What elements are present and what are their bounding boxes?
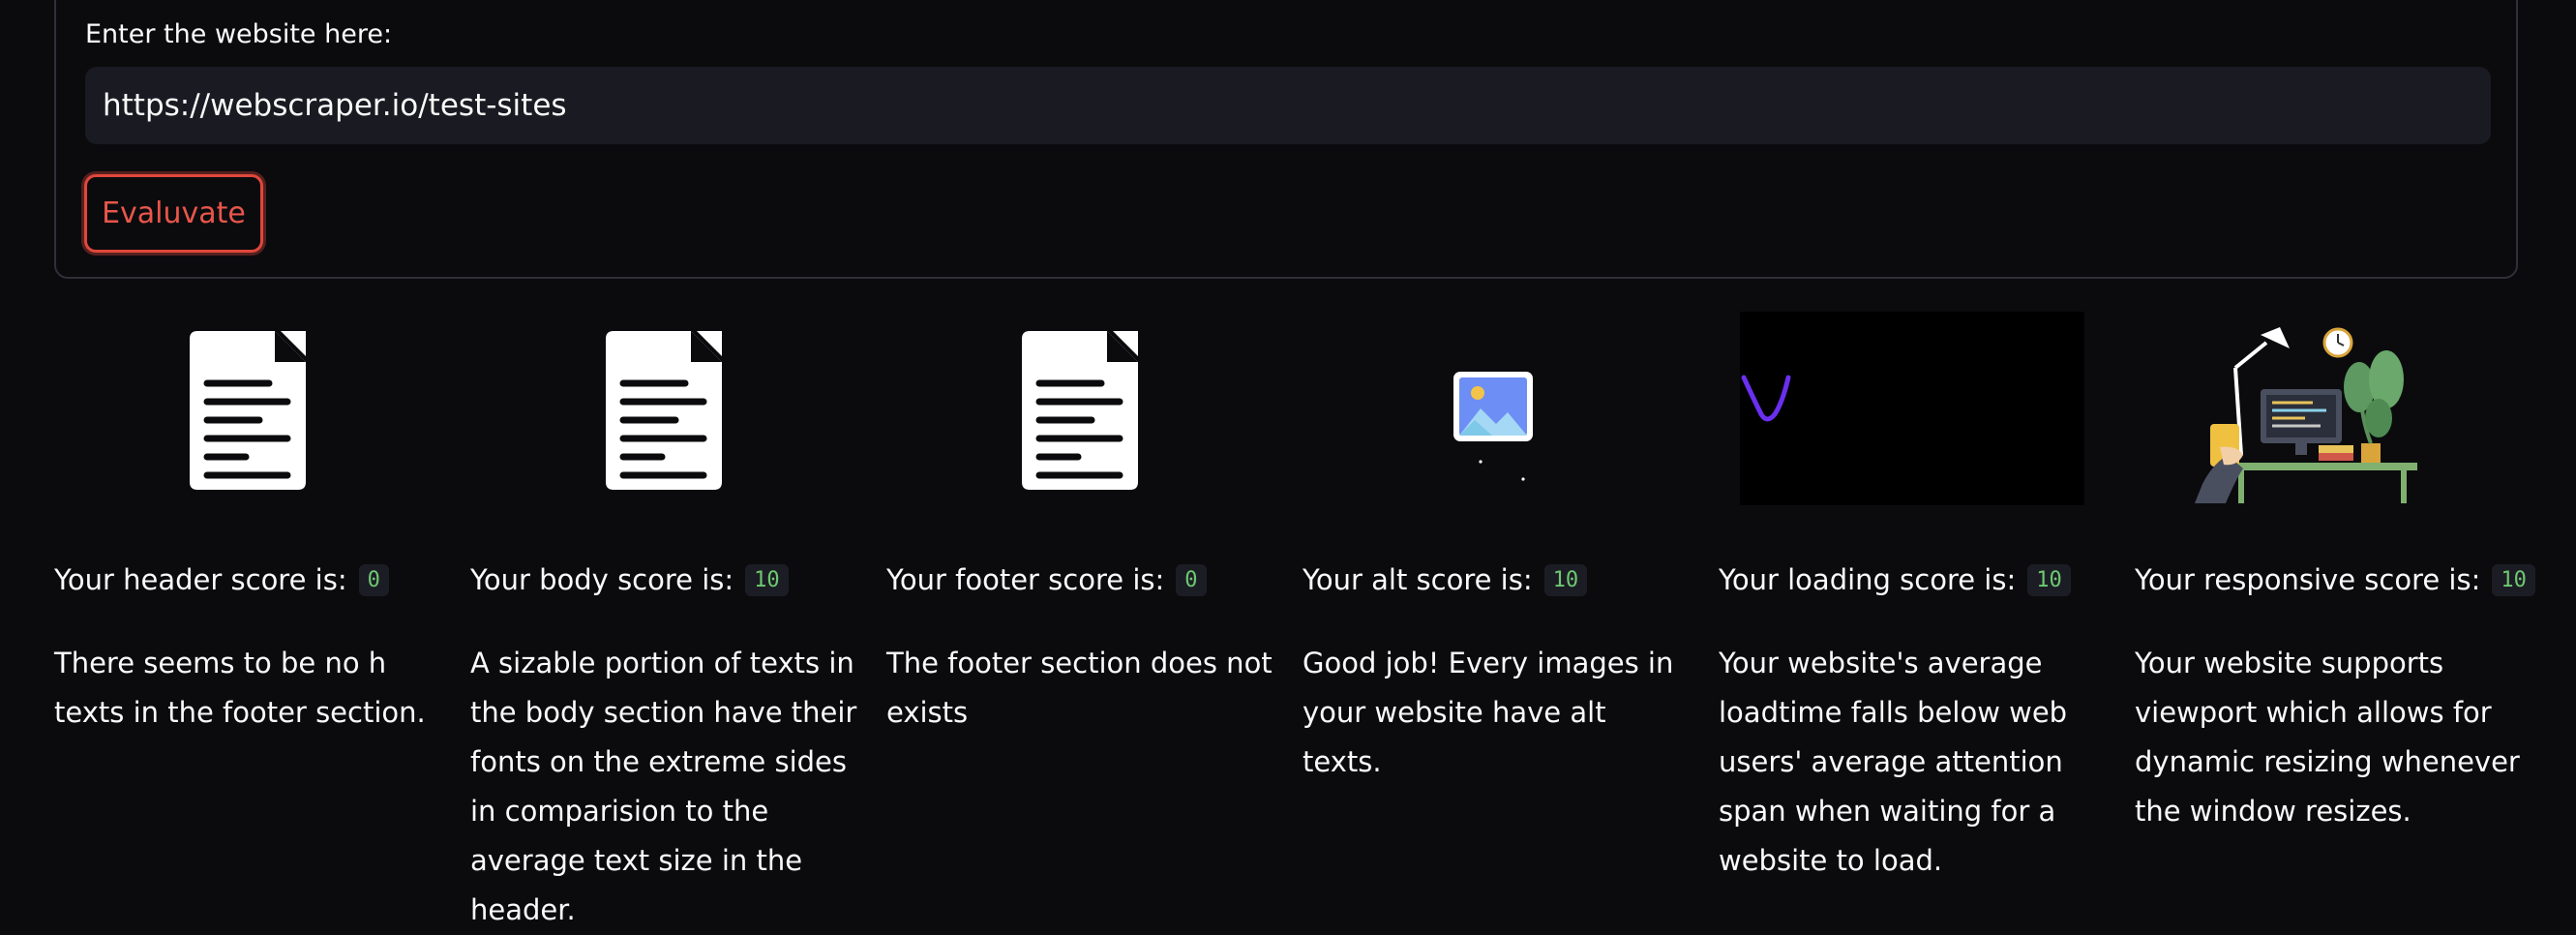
loading-score-line: Your loading score is: 10: [1719, 563, 2071, 596]
score-value: 10: [745, 563, 789, 596]
score-description: Your website supports viewport which all…: [2135, 647, 2520, 828]
image-icon: [1453, 372, 1533, 481]
desk-illustration: [2195, 327, 2417, 503]
score-label: Your footer score is:: [886, 563, 1165, 596]
score-label: Your responsive score is:: [2135, 563, 2481, 596]
score-value: 10: [2492, 563, 2535, 596]
responsive-score-line: Your responsive score is: 10: [2135, 563, 2535, 596]
body-score-line: Your body score is: 10: [470, 563, 789, 596]
evaluate-button[interactable]: Evaluvate: [84, 174, 263, 253]
score-description: There seems to be no h texts in the foot…: [54, 647, 426, 729]
website-input-label: Enter the website here:: [85, 19, 393, 49]
score-description: The footer section does not exists: [886, 647, 1273, 729]
document-icon: [190, 331, 306, 490]
website-url-input[interactable]: [85, 67, 2491, 144]
score-label: Your loading score is:: [1719, 563, 2017, 596]
score-description: Your website's average loadtime falls be…: [1719, 647, 2068, 877]
score-description: Good job! Every images in your website h…: [1303, 647, 1674, 778]
score-value: 10: [1543, 563, 1588, 596]
score-label: Your alt score is:: [1303, 563, 1533, 596]
score-label: Your header score is:: [54, 563, 347, 596]
score-label: Your body score is:: [470, 563, 734, 596]
document-icon: [606, 331, 722, 490]
footer-score-line: Your footer score is: 0: [886, 563, 1207, 596]
score-description: A sizable portion of texts in the body s…: [470, 647, 857, 926]
loading-animation: [1740, 312, 2084, 505]
alt-score-line: Your alt score is: 10: [1303, 563, 1588, 596]
score-value: 10: [2027, 563, 2071, 596]
score-value: 0: [1176, 563, 1207, 596]
score-value: 0: [358, 563, 389, 596]
header-score-line: Your header score is: 0: [54, 563, 389, 596]
document-icon: [1022, 331, 1138, 490]
